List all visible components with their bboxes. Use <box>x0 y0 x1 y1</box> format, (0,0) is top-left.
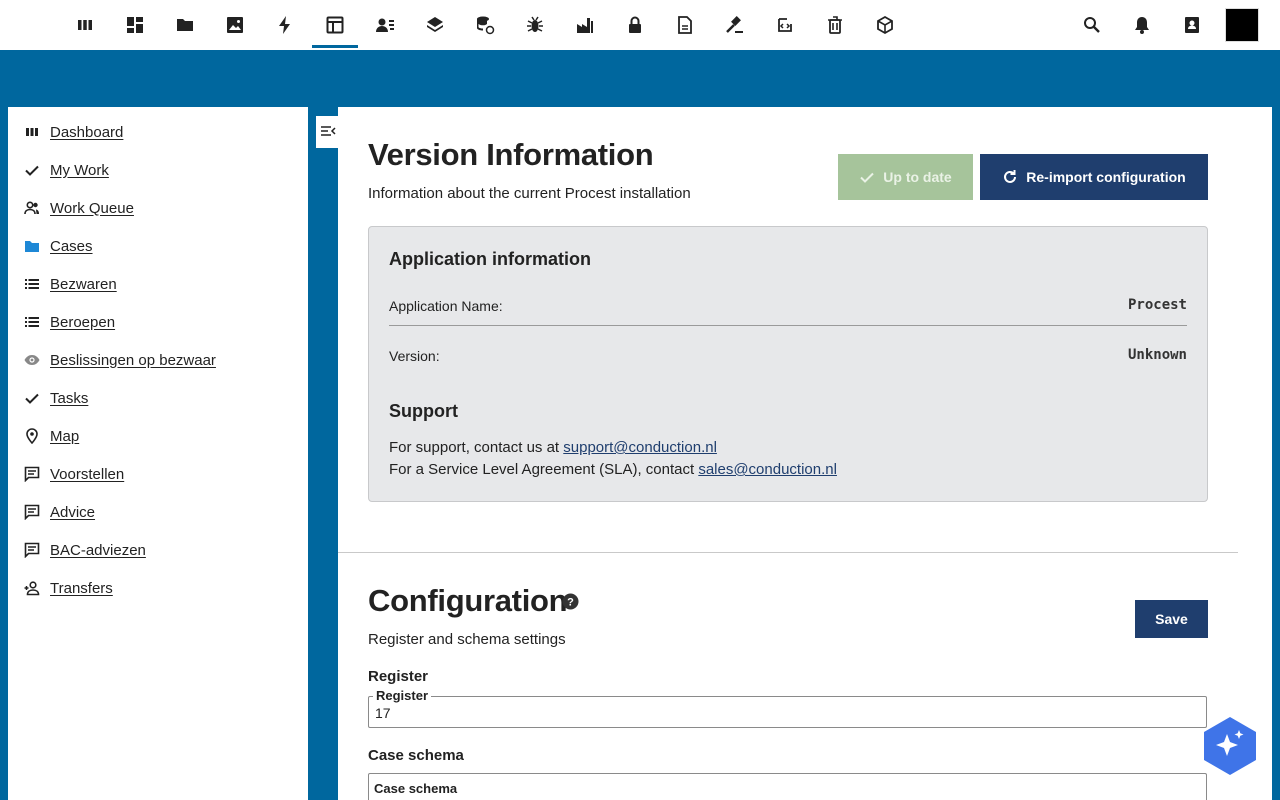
sidebar-item-label: Map <box>50 427 80 445</box>
sidebar-item-transfers[interactable]: Transfers <box>8 569 308 607</box>
refresh-icon <box>1004 170 1017 183</box>
sidebar-collapse-button[interactable] <box>316 116 340 148</box>
version-value: Unknown <box>1127 347 1187 363</box>
map-marker-icon <box>24 428 40 445</box>
up-to-date-label: Up to date <box>883 169 952 185</box>
case-schema-field[interactable]: Case schema <box>368 773 1207 800</box>
sidebar-item-work-queue[interactable]: Work Queue <box>8 189 308 227</box>
application-info-box: Application information Application Name… <box>368 226 1208 502</box>
sidebar-item-tasks[interactable]: Tasks <box>8 379 308 417</box>
up-to-date-button[interactable]: Up to date <box>838 154 973 200</box>
sidebar-item-my-work[interactable]: My Work <box>8 151 308 189</box>
sidebar-item-label: Advice <box>50 503 96 521</box>
sidebar-item-bac-adviezen[interactable]: BAC-adviezen <box>8 531 308 569</box>
configuration-title: Configuration <box>368 583 568 618</box>
cube-icon[interactable] <box>862 0 908 50</box>
sidebar-item-label: Beslissingen op bezwaar <box>50 351 216 369</box>
sidebar-item-bezwaren[interactable]: Bezwaren <box>8 265 308 303</box>
save-button[interactable]: Save <box>1135 600 1208 638</box>
sidebar-item-cases[interactable]: Cases <box>8 227 308 265</box>
application-name-label: Application Name: <box>389 298 503 314</box>
sidebar-item-label: Transfers <box>50 579 113 597</box>
eye-icon <box>24 352 40 368</box>
folder-icon[interactable] <box>162 0 208 50</box>
support-email-link[interactable]: support@conduction.nl <box>563 439 717 456</box>
code-edit-icon[interactable] <box>762 0 808 50</box>
list-icon <box>24 314 40 330</box>
sidebar-item-label: Tasks <box>50 389 89 407</box>
check-icon <box>860 172 874 183</box>
main-content: Version Information Information about th… <box>338 107 1272 800</box>
sidebar-item-label: Bezwaren <box>50 275 117 293</box>
register-title: Register <box>368 668 429 685</box>
sidebar-item-map[interactable]: Map <box>8 417 308 455</box>
avatar[interactable] <box>1225 8 1259 42</box>
section-divider <box>338 552 1238 553</box>
version-label: Version: <box>389 348 440 364</box>
sidebar-item-label: Voorstellen <box>50 465 125 483</box>
help-icon[interactable]: ? <box>562 593 579 610</box>
support-title: Support <box>389 401 458 421</box>
register-legend: Register <box>373 688 432 703</box>
sidebar-item-label: Beroepen <box>50 313 116 331</box>
case-schema-legend: Case schema <box>371 781 461 796</box>
row-divider <box>389 325 1187 326</box>
gavel-icon[interactable] <box>712 0 758 50</box>
database-sync-icon[interactable] <box>462 0 508 50</box>
sidebar-item-beslissingen-op-bezwaar[interactable]: Beslissingen op bezwaar <box>8 341 308 379</box>
sidebar-item-label: Dashboard <box>50 123 124 141</box>
sla-text: For a Service Level Agreement (SLA), con… <box>389 461 837 478</box>
assistant-sparkle-button[interactable] <box>1203 716 1257 776</box>
lock-icon[interactable] <box>612 0 658 50</box>
sidebar-item-advice[interactable]: Advice <box>8 493 308 531</box>
register-field[interactable]: Register 17 <box>368 688 1207 728</box>
sla-email-link[interactable]: sales@conduction.nl <box>698 461 837 478</box>
lightning-icon[interactable] <box>262 0 308 50</box>
sidebar-navigation: Dashboard My Work Work Queue Cases Bezwa… <box>8 107 308 800</box>
table-edit-icon[interactable] <box>312 0 358 50</box>
message-text-icon <box>24 504 40 521</box>
account-plus-icon <box>24 580 40 596</box>
svg-text:?: ? <box>567 597 574 609</box>
search-icon[interactable] <box>1072 0 1112 50</box>
account-group-icon <box>24 200 40 216</box>
dashboard-grid-icon[interactable] <box>112 0 158 50</box>
reimport-configuration-button[interactable]: Re-import configuration <box>980 154 1208 200</box>
sidebar-item-label: My Work <box>50 161 109 179</box>
check-icon <box>24 390 40 406</box>
version-title: Version Information <box>368 137 654 172</box>
bug-icon[interactable] <box>512 0 558 50</box>
document-icon[interactable] <box>662 0 708 50</box>
configuration-subtitle: Register and schema settings <box>368 631 566 648</box>
sidebar-item-beroepen[interactable]: Beroepen <box>8 303 308 341</box>
menu-collapse-icon <box>321 126 336 136</box>
check-icon <box>24 162 40 178</box>
layers-icon[interactable] <box>412 0 458 50</box>
trash-icon[interactable] <box>812 0 858 50</box>
contacts-book-icon[interactable] <box>1172 0 1212 50</box>
sidebar-item-label: Cases <box>50 237 93 255</box>
register-value: 17 <box>375 705 391 721</box>
case-schema-title: Case schema <box>368 747 464 764</box>
sidebar-item-label: Work Queue <box>50 199 134 217</box>
support-text: For support, contact us at support@condu… <box>389 439 717 456</box>
sidebar-item-dashboard[interactable]: Dashboard <box>8 113 308 151</box>
application-name-value: Procest <box>1127 297 1187 313</box>
sidebar-item-voorstellen[interactable]: Voorstellen <box>8 455 308 493</box>
sidebar-item-label: BAC-adviezen <box>50 541 146 559</box>
folder-icon <box>24 238 40 254</box>
image-icon[interactable] <box>212 0 258 50</box>
version-subtitle: Information about the current Procest in… <box>368 185 691 202</box>
columns-icon <box>24 124 40 140</box>
factory-icon[interactable] <box>562 0 608 50</box>
application-info-title: Application information <box>389 249 591 269</box>
top-app-bar <box>0 0 1280 50</box>
columns-icon[interactable] <box>62 0 108 50</box>
message-text-icon <box>24 466 40 483</box>
contacts-icon[interactable] <box>362 0 408 50</box>
reimport-label: Re-import configuration <box>1026 169 1186 185</box>
list-icon <box>24 276 40 292</box>
notifications-icon[interactable] <box>1122 0 1162 50</box>
message-text-icon <box>24 542 40 559</box>
